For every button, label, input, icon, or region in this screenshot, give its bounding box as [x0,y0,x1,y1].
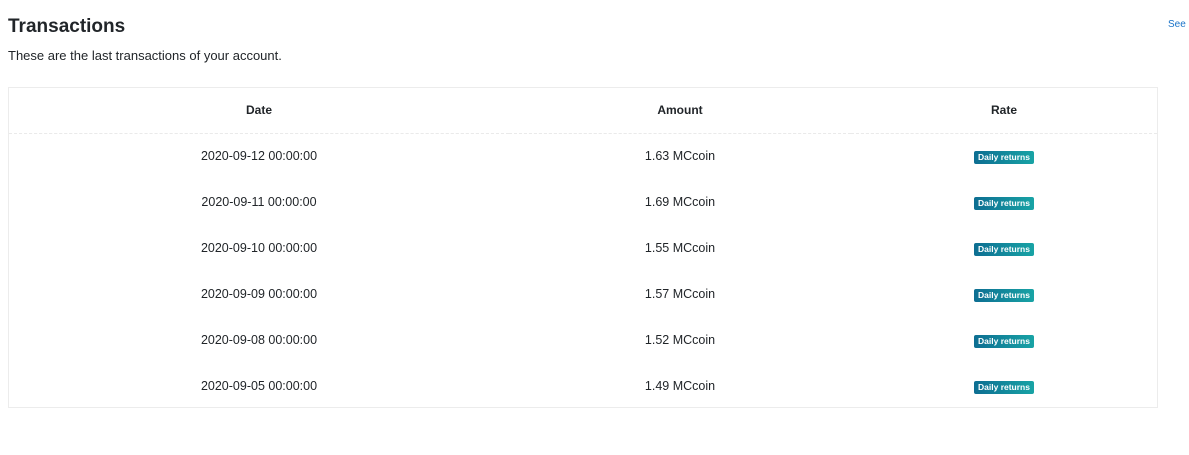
page-title: Transactions [8,16,126,37]
cell-rate: Daily returns [851,317,1157,363]
cell-rate: Daily returns [851,179,1157,225]
transactions-table: Date Amount Rate 2020-09-12 00:00:00 1.6… [9,88,1157,409]
table-header-row: Date Amount Rate [9,88,1157,133]
rate-badge: Daily returns [974,196,1034,210]
page-subtitle: These are the last transactions of your … [8,48,282,63]
cell-rate: Daily returns [851,133,1157,179]
see-all-link[interactable]: See a [1168,19,1189,31]
cell-rate: Daily returns [851,225,1157,271]
table-row: 2020-09-12 00:00:00 1.63 MCcoin Daily re… [9,133,1157,179]
cell-date: 2020-09-08 00:00:00 [200,333,318,347]
table-row: 2020-09-09 00:00:00 1.57 MCcoin Daily re… [9,271,1157,317]
cell-date: 2020-09-09 00:00:00 [200,287,318,301]
cell-rate: Daily returns [851,363,1157,409]
column-header-rate: Rate [990,103,1017,118]
transactions-table-card: Date Amount Rate 2020-09-12 00:00:00 1.6… [8,87,1158,408]
cell-amount: 1.52 MCcoin [644,333,716,347]
rate-badge: Daily returns [974,150,1034,164]
cell-date: 2020-09-12 00:00:00 [200,149,318,164]
cell-amount: 1.57 MCcoin [644,287,716,301]
table-row: 2020-09-08 00:00:00 1.52 MCcoin Daily re… [9,317,1157,363]
cell-amount: 1.55 MCcoin [644,241,716,255]
table-header: Date Amount Rate [9,88,1157,133]
cell-amount: 1.49 MCcoin [644,379,716,393]
rate-badge: Daily returns [974,242,1034,256]
cell-date: 2020-09-11 00:00:00 [201,195,317,209]
column-header-amount: Amount [657,103,703,118]
rate-badge: Daily returns [974,334,1034,348]
cell-amount: 1.69 MCcoin [644,195,716,209]
cell-date: 2020-09-10 00:00:00 [200,241,318,255]
rate-badge: Daily returns [974,380,1034,394]
table-body: 2020-09-12 00:00:00 1.63 MCcoin Daily re… [9,133,1157,409]
cell-amount: 1.63 MCcoin [644,149,716,164]
transactions-page: Transactions See a These are the last tr… [0,0,1189,455]
table-row: 2020-09-05 00:00:00 1.49 MCcoin Daily re… [9,363,1157,409]
table-row: 2020-09-11 00:00:00 1.69 MCcoin Daily re… [9,179,1157,225]
cell-date: 2020-09-05 00:00:00 [200,379,318,393]
table-row: 2020-09-10 00:00:00 1.55 MCcoin Daily re… [9,225,1157,271]
cell-rate: Daily returns [851,271,1157,317]
column-header-date: Date [245,103,272,118]
rate-badge: Daily returns [974,288,1034,302]
